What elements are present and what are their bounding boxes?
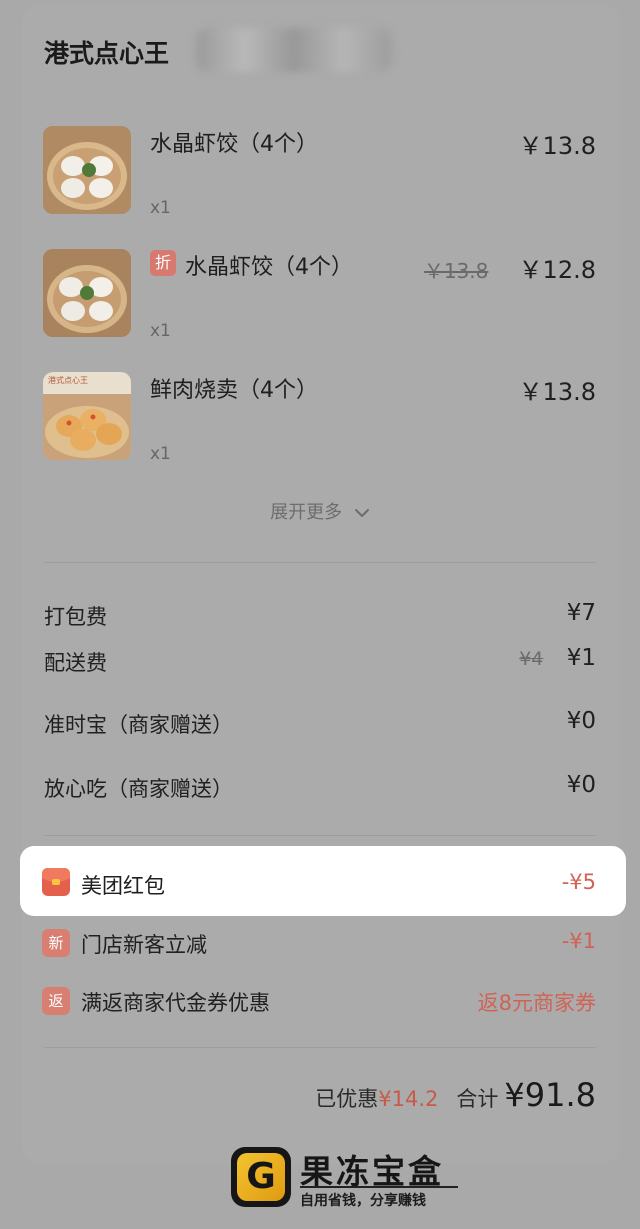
cashback-icon: 返 [42, 987, 70, 1015]
discount-label-red-packet: 美团红包 [81, 874, 165, 898]
discount-label-new-customer: 门店新客立减 [81, 933, 207, 957]
expand-more-button[interactable]: 展开更多 [0, 498, 640, 524]
expand-more-label: 展开更多 [270, 502, 343, 523]
watermark-subtitle: 自用省钱，分享赚钱 [300, 1193, 426, 1209]
item-quantity: x1 [150, 444, 171, 464]
fee-label-safe-eat[interactable]: 放心吃（商家赠送） [44, 773, 233, 803]
chevron-down-icon [354, 509, 369, 517]
fee-label-ontime[interactable]: 准时宝（商家赠送） [44, 709, 233, 739]
saved-value: ¥14.2 [378, 1087, 439, 1111]
item-name[interactable]: 水晶虾饺（4个） [150, 126, 318, 158]
fee-value-packing: ¥7 [566, 600, 596, 626]
fee-original-delivery: ¥4 [519, 648, 544, 670]
discount-value-cashback[interactable]: 返8元商家券 [478, 987, 596, 1017]
divider [44, 835, 596, 836]
divider [44, 1047, 596, 1048]
discount-value-red-packet[interactable]: -¥5 [562, 870, 596, 894]
fee-label-delivery: 配送费 [44, 651, 107, 675]
item-original-price: ￥13.8 [423, 259, 489, 283]
item-image-har-gow[interactable] [43, 126, 131, 214]
discount-tag-icon: 折 [150, 250, 176, 276]
total-value: ¥91.8 [504, 1076, 596, 1114]
blurred-address [196, 28, 392, 72]
item-quantity: x1 [150, 198, 171, 218]
item-image-har-gow-discount[interactable] [43, 249, 131, 337]
fee-label-packing: 打包费 [44, 605, 107, 629]
discount-value-new-customer: -¥1 [561, 929, 596, 953]
order-total-row: 已优惠 ¥14.2 合计 ¥91.8 [315, 1076, 596, 1114]
image-caption: 港式点心王 [48, 376, 88, 385]
red-packet-icon [42, 868, 70, 896]
item-price: ￥13.8 [518, 378, 596, 406]
item-quantity: x1 [150, 321, 171, 341]
watermark-logo-letter: G [237, 1153, 285, 1201]
saved-label: 已优惠 [315, 1087, 379, 1111]
item-image-siu-mai[interactable]: 港式点心王 [43, 372, 131, 460]
watermark-divider [300, 1186, 458, 1188]
fee-value-safe-eat: ¥0 [566, 772, 596, 798]
new-customer-icon: 新 [42, 929, 70, 957]
item-price-group: ￥13.8 ￥12.8 [424, 250, 596, 285]
item-name[interactable]: 鲜肉烧卖（4个） [150, 372, 318, 404]
discount-label-cashback: 满返商家代金券优惠 [81, 991, 270, 1015]
fee-value-delivery-group: ¥4 ¥1 [519, 645, 596, 671]
divider [44, 562, 596, 563]
fee-value-ontime: ¥0 [566, 708, 596, 734]
watermark-logo-icon: G [231, 1147, 291, 1207]
total-label: 合计 [456, 1087, 499, 1111]
fee-value-delivery: ¥1 [566, 645, 596, 671]
shop-name[interactable]: 港式点心王 [44, 34, 169, 70]
item-name[interactable]: 水晶虾饺（4个） [185, 249, 353, 281]
item-price: ￥13.8 [518, 132, 596, 160]
item-price: ￥12.8 [518, 256, 596, 284]
